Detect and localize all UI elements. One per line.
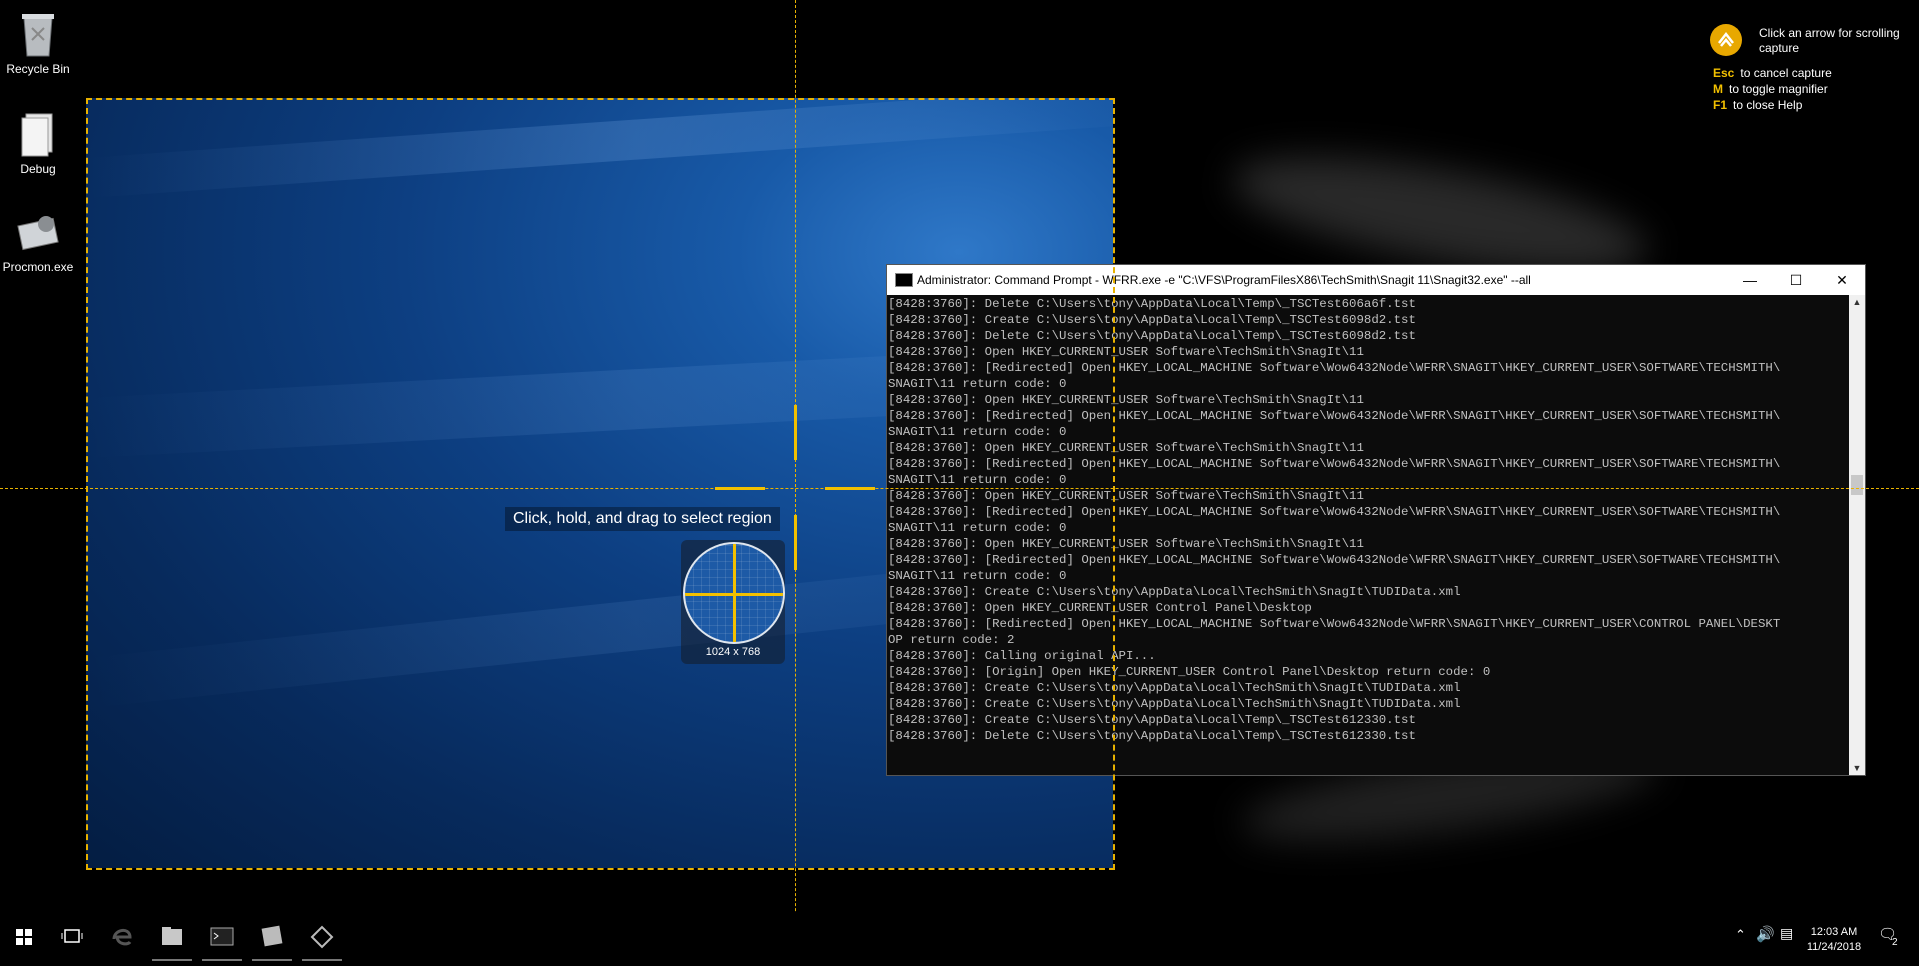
clock[interactable]: 12:03 AM 11/24/2018 [1800, 925, 1868, 955]
desktop-icon-label: Procmon.exe [2, 260, 74, 274]
start-icon [16, 929, 32, 945]
taskbar: ⌃ 🔊 ▤ 12:03 AM 11/24/2018 🗨 2 [0, 913, 1919, 961]
snagit-capture-button[interactable] [298, 913, 346, 961]
desktop-icon-label: Debug [20, 162, 56, 176]
crosshair-segment [715, 487, 765, 490]
magnifier: 1024 x 768 [681, 540, 785, 664]
command-prompt-icon [210, 927, 234, 946]
file-explorer-button[interactable] [148, 913, 196, 961]
folder-icon [16, 110, 60, 158]
maximize-button[interactable]: ☐ [1773, 265, 1819, 295]
desktop-icon-label: Recycle Bin [6, 62, 70, 76]
desktop-icon-procmon[interactable]: Procmon.exe [0, 208, 76, 274]
crosshair-segment [794, 515, 797, 570]
file-explorer-icon [162, 927, 182, 945]
edge-icon [112, 929, 132, 946]
scrollbar-thumb[interactable] [1851, 475, 1863, 495]
start-button[interactable] [0, 913, 48, 961]
scroll-down-icon[interactable]: ▼ [1849, 763, 1865, 773]
close-button[interactable]: ✕ [1819, 265, 1865, 295]
desktop-icon-debug[interactable]: Debug [0, 110, 76, 176]
magnifier-lens [683, 542, 785, 644]
selection-border [86, 98, 1115, 870]
chevron-up-icon[interactable]: ⌃ [1735, 927, 1746, 943]
crosshair-horizontal [0, 488, 1919, 489]
edge-button[interactable] [98, 913, 146, 961]
task-view-button[interactable] [48, 913, 96, 961]
task-view-icon [61, 929, 83, 943]
command-prompt-button[interactable] [198, 913, 246, 961]
clock-date: 11/24/2018 [1806, 941, 1862, 953]
volume-icon[interactable]: 🔊 [1756, 925, 1775, 943]
vertical-scrollbar[interactable]: ▲ ▼ [1849, 295, 1865, 775]
capture-dimensions: 1024 x 768 [705, 646, 761, 658]
snagit-capture-icon [310, 925, 334, 949]
notification-count: 2 [1892, 937, 1898, 948]
crosshair-segment [794, 405, 797, 460]
crosshair-vertical [795, 0, 796, 961]
help-shortcut: Mto toggle magnifier [1713, 82, 1828, 96]
recycle-bin-icon [16, 10, 60, 58]
crosshair-segment [825, 487, 875, 490]
scroll-up-icon[interactable]: ▲ [1849, 297, 1865, 307]
capture-hint: Click, hold, and drag to select region [505, 507, 780, 531]
network-icon[interactable]: ▤ [1780, 925, 1793, 942]
desktop-icon-recycle-bin[interactable]: Recycle Bin [0, 10, 76, 76]
clock-time: 12:03 AM [1810, 926, 1858, 938]
help-shortcut: F1 to close Help [1713, 98, 1803, 112]
help-message: Click an arrow for scrolling capture [1759, 26, 1900, 55]
snagit-editor-button[interactable] [248, 913, 296, 961]
procmon-icon [16, 208, 60, 256]
minimize-button[interactable]: — [1727, 265, 1773, 295]
help-shortcut: Esc to cancel capture [1713, 66, 1832, 80]
scrolling-capture-icon[interactable] [1710, 24, 1742, 56]
snagit-editor-icon [261, 925, 283, 947]
